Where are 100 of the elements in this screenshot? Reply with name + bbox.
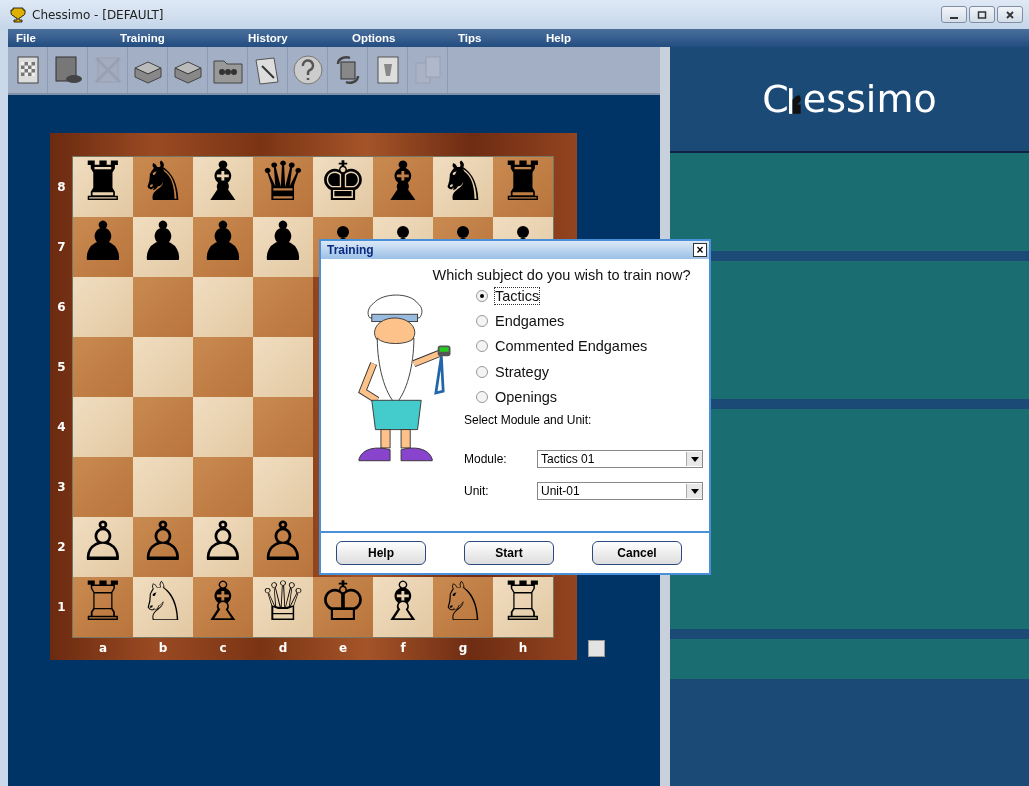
chess-piece[interactable]: ♞ bbox=[138, 155, 188, 209]
board-square[interactable]: ♟ bbox=[73, 217, 133, 277]
close-button[interactable] bbox=[997, 6, 1023, 23]
board-square[interactable]: ♟ bbox=[133, 217, 193, 277]
chess-piece[interactable]: ♙ bbox=[138, 515, 188, 569]
dialog-button[interactable]: Help bbox=[336, 541, 426, 565]
minimize-icon bbox=[950, 16, 958, 19]
menu-item[interactable]: Help bbox=[546, 32, 571, 44]
board-square[interactable]: ♙ bbox=[253, 517, 313, 577]
chess-piece[interactable]: ♜ bbox=[498, 155, 548, 209]
chess-piece[interactable]: ♗ bbox=[378, 575, 428, 629]
chess-piece[interactable]: ♛ bbox=[258, 155, 308, 209]
rank-label: 3 bbox=[56, 479, 67, 496]
board-square[interactable]: ♞ bbox=[433, 157, 493, 217]
rank-label: 7 bbox=[56, 239, 67, 256]
chess-piece[interactable]: ♘ bbox=[438, 575, 488, 629]
menu-item[interactable]: Options bbox=[352, 32, 458, 44]
chess-piece[interactable]: ♟ bbox=[198, 215, 248, 269]
rank-label: 2 bbox=[56, 539, 67, 556]
dialog-button[interactable]: Start bbox=[464, 541, 554, 565]
dialog-title: Training bbox=[327, 243, 374, 257]
board-square[interactable]: ♗ bbox=[373, 577, 433, 637]
file-label: c bbox=[218, 640, 228, 657]
board-square[interactable]: ♘ bbox=[133, 577, 193, 637]
chess-piece[interactable]: ♟ bbox=[138, 215, 188, 269]
chess-piece[interactable]: ♙ bbox=[198, 515, 248, 569]
board-square[interactable]: ♙ bbox=[73, 517, 133, 577]
menu-item[interactable]: Tips bbox=[458, 32, 546, 44]
chess-piece[interactable]: ♜ bbox=[78, 155, 128, 209]
subject-radio[interactable]: Commented Endgames bbox=[476, 333, 703, 359]
board-square[interactable]: ♖ bbox=[493, 577, 553, 637]
radio-button[interactable] bbox=[476, 365, 488, 378]
chess-piece[interactable]: ♝ bbox=[378, 155, 428, 209]
window-title: Chessimo - [DEFAULT] bbox=[32, 7, 165, 22]
dialog-button[interactable]: Cancel bbox=[592, 541, 682, 565]
radio-label: Endgames bbox=[494, 311, 566, 330]
subject-radio[interactable]: Tactics bbox=[476, 283, 703, 309]
close-button[interactable]: × bbox=[693, 243, 707, 257]
help-icon bbox=[291, 54, 324, 86]
chess-piece[interactable]: ♖ bbox=[78, 575, 128, 629]
file-label: b bbox=[157, 640, 169, 657]
chess-piece[interactable]: ♙ bbox=[258, 515, 308, 569]
board-square[interactable]: ♙ bbox=[133, 517, 193, 577]
menu-item[interactable]: File bbox=[16, 32, 120, 44]
board-square[interactable]: ♟ bbox=[253, 217, 313, 277]
file-label: a bbox=[97, 640, 109, 657]
chess-piece[interactable]: ♘ bbox=[138, 575, 188, 629]
radio-label: Openings bbox=[494, 387, 559, 406]
field-label: Unit: bbox=[464, 484, 490, 499]
subject-radio[interactable]: Openings bbox=[476, 384, 703, 410]
chess-piece[interactable]: ♚ bbox=[318, 155, 368, 209]
dropdown-field[interactable]: Unit-01 bbox=[537, 482, 703, 501]
chess-piece[interactable]: ♔ bbox=[318, 575, 368, 629]
small-square-button[interactable] bbox=[588, 640, 605, 657]
menu-item[interactable]: Training bbox=[120, 32, 248, 44]
board-square[interactable]: ♝ bbox=[373, 157, 433, 217]
chess-piece[interactable]: ♞ bbox=[438, 155, 488, 209]
dropdown-arrow-icon bbox=[690, 489, 699, 494]
subject-radio[interactable]: Endgames bbox=[476, 308, 703, 334]
board-square[interactable]: ♘ bbox=[433, 577, 493, 637]
menu-item[interactable]: History bbox=[248, 32, 352, 44]
minimize-button[interactable] bbox=[941, 6, 967, 23]
board-square[interactable]: ♛ bbox=[253, 157, 313, 217]
radio-label: Commented Endgames bbox=[494, 337, 649, 356]
board-square[interactable]: ♜ bbox=[493, 157, 553, 217]
maximize-icon bbox=[977, 9, 987, 20]
radio-label: Tactics bbox=[494, 286, 541, 305]
radio-button[interactable] bbox=[476, 289, 488, 302]
chess-piece[interactable]: ♝ bbox=[198, 155, 248, 209]
file-label: h bbox=[517, 640, 529, 657]
file-label: d bbox=[277, 640, 289, 657]
close-icon bbox=[1005, 9, 1015, 20]
trophy-icon bbox=[10, 6, 26, 23]
board-square[interactable]: ♔ bbox=[313, 577, 373, 637]
maximize-button[interactable] bbox=[969, 6, 995, 23]
board-square[interactable]: ♕ bbox=[253, 577, 313, 637]
dropdown-field[interactable]: Tactics 01 bbox=[537, 450, 703, 469]
file-label: g bbox=[457, 640, 469, 657]
chess-piece[interactable]: ♟ bbox=[78, 215, 128, 269]
radio-button[interactable] bbox=[476, 340, 488, 353]
board-square[interactable]: ♙ bbox=[193, 517, 253, 577]
subject-radio[interactable]: Strategy bbox=[476, 358, 703, 385]
rank-label: 8 bbox=[56, 179, 67, 196]
section-label: Select Module and Unit: bbox=[464, 413, 593, 428]
board-square[interactable]: ♝ bbox=[193, 157, 253, 217]
rank-label: 5 bbox=[56, 359, 67, 376]
board-square[interactable]: ♟ bbox=[193, 217, 253, 277]
dropdown-arrow-icon bbox=[690, 457, 699, 462]
chess-piece[interactable]: ♕ bbox=[258, 575, 308, 629]
board-square[interactable]: ♜ bbox=[73, 157, 133, 217]
board-square[interactable]: ♖ bbox=[73, 577, 133, 637]
board-square[interactable]: ♚ bbox=[313, 157, 373, 217]
chess-piece[interactable]: ♟ bbox=[258, 215, 308, 269]
radio-button[interactable] bbox=[476, 314, 488, 327]
board-square[interactable]: ♞ bbox=[133, 157, 193, 217]
board-square[interactable]: ♗ bbox=[193, 577, 253, 637]
radio-button[interactable] bbox=[476, 390, 488, 403]
chess-piece[interactable]: ♖ bbox=[498, 575, 548, 629]
chess-piece[interactable]: ♙ bbox=[78, 515, 128, 569]
chess-piece[interactable]: ♗ bbox=[198, 575, 248, 629]
